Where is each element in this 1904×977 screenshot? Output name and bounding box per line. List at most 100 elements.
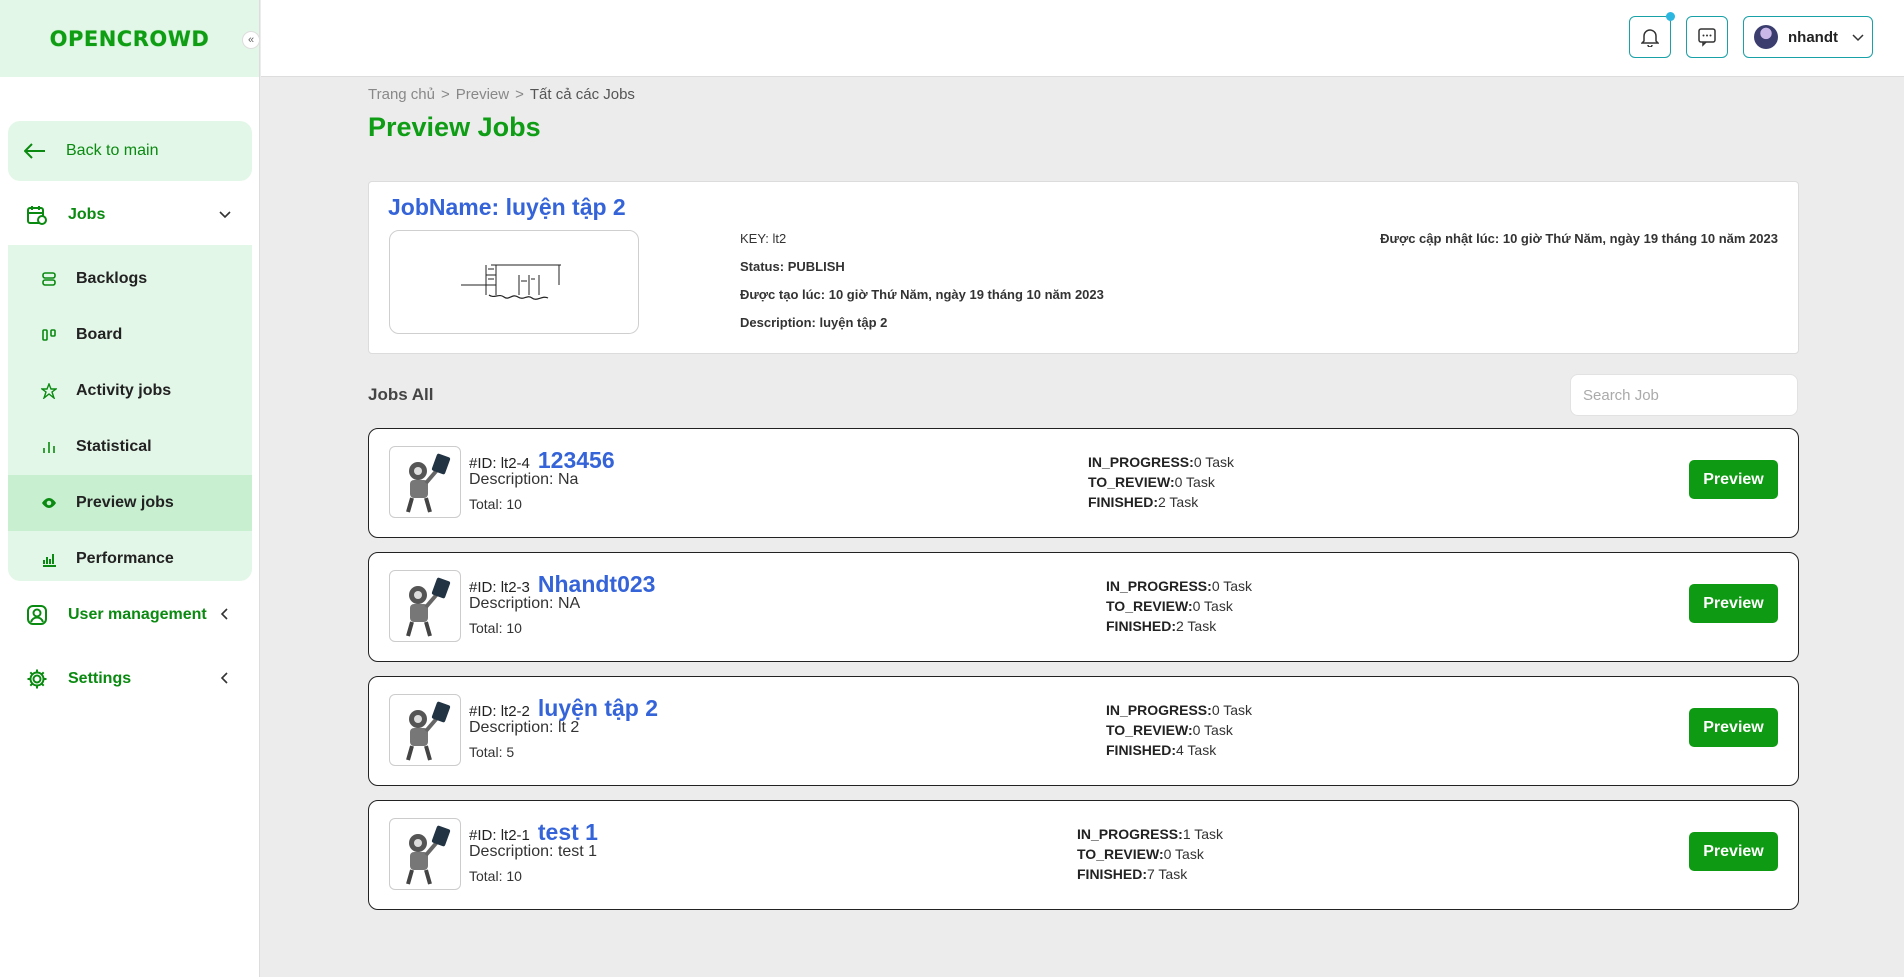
total-value: 10 xyxy=(506,496,522,512)
notifications-button[interactable] xyxy=(1629,12,1675,58)
id-value: lt2-4 xyxy=(500,455,530,472)
stat-in-progress: IN_PROGRESS:1 Task xyxy=(1077,824,1223,844)
logo-bar: OPENCROWD « xyxy=(0,0,260,77)
created-value: 10 giờ Thứ Năm, ngày 19 tháng 10 năm 202… xyxy=(828,287,1104,302)
layers-icon xyxy=(40,271,58,287)
avatar xyxy=(1754,25,1778,49)
sidebar-item-activity-jobs[interactable]: Activity jobs xyxy=(8,363,252,419)
breadcrumb-current: Tất cả các Jobs xyxy=(529,86,635,103)
stat-label: TO_REVIEW: xyxy=(1106,598,1193,614)
breadcrumb-home[interactable]: Trang chủ xyxy=(368,86,435,103)
job-title[interactable]: Nhandt023 xyxy=(538,571,656,598)
sidebar-item-preview-jobs[interactable]: Preview jobs xyxy=(8,475,252,531)
breadcrumb-separator: > xyxy=(515,86,524,103)
eye-icon xyxy=(40,495,58,511)
board-icon xyxy=(40,327,58,343)
back-to-main-button[interactable]: Back to main xyxy=(8,121,252,181)
stat-in-progress: IN_PROGRESS:0 Task xyxy=(1106,576,1252,596)
sidebar-item-label: Jobs xyxy=(68,206,106,223)
chevron-down-icon xyxy=(219,211,231,219)
job-row: #ID: lt2-3 Nhandt023 Description: NA Tota… xyxy=(368,552,1799,662)
sidebar-item-user-management[interactable]: User management xyxy=(8,585,252,645)
stat-in-progress: IN_PROGRESS:0 Task xyxy=(1106,700,1252,720)
chevron-left-icon xyxy=(220,672,228,684)
stat-value: 0 Task xyxy=(1174,474,1215,490)
desc-value: lt 2 xyxy=(557,719,580,736)
stat-value: 0 Task xyxy=(1193,454,1235,470)
job-stats: IN_PROGRESS:1 Task TO_REVIEW:0 Task FINI… xyxy=(1077,824,1223,884)
job-thumbnail xyxy=(389,230,639,334)
page-title: Preview Jobs xyxy=(368,112,541,142)
breadcrumb-preview[interactable]: Preview xyxy=(456,86,509,103)
stat-to-review: TO_REVIEW:0 Task xyxy=(1106,596,1252,616)
id-prefix: #ID: xyxy=(469,455,497,472)
stat-label: IN_PROGRESS: xyxy=(1077,826,1183,842)
stat-value: 2 Task xyxy=(1158,494,1199,510)
robot-icon xyxy=(406,825,451,885)
stat-label: TO_REVIEW: xyxy=(1088,474,1175,490)
notification-dot xyxy=(1666,12,1675,21)
desc-value: Na xyxy=(557,471,579,488)
preview-button[interactable]: Preview xyxy=(1689,584,1778,623)
sidebar-item-board[interactable]: Board xyxy=(8,307,252,363)
desc-prefix: Description: xyxy=(469,471,554,488)
stat-label: IN_PROGRESS: xyxy=(1106,702,1212,718)
preview-button[interactable]: Preview xyxy=(1689,460,1778,499)
key-label: KEY: xyxy=(740,231,769,246)
breadcrumb-separator: > xyxy=(440,86,450,103)
breadcrumb: Trang chủ > Preview > Tất cả các Jobs xyxy=(368,86,635,103)
job-title[interactable]: test 1 xyxy=(538,819,598,846)
id-value: lt2-1 xyxy=(500,827,530,844)
job-id: #ID: lt2-3 Nhandt023 xyxy=(469,571,655,598)
jobs-all-heading: Jobs All xyxy=(368,385,434,404)
job-description: Description: NA xyxy=(469,595,580,613)
job-row: #ID: lt2-1 test 1 Description: test 1 Tot… xyxy=(368,800,1799,910)
robot-icon xyxy=(406,453,451,513)
total-value: 10 xyxy=(506,620,522,636)
id-value: lt2-2 xyxy=(500,703,530,720)
job-name: JobName: luyện tập 2 xyxy=(388,194,626,220)
job-row: #ID: lt2-2 luyện tập 2 Description: lt 2 … xyxy=(368,676,1799,786)
stat-value: 2 Task xyxy=(1176,618,1217,634)
robot-thumbnail xyxy=(389,694,461,766)
sidebar-item-performance[interactable]: Performance xyxy=(8,531,252,587)
sidebar-item-label: User management xyxy=(68,606,207,623)
stat-label: FINISHED: xyxy=(1088,494,1158,510)
job-row: #ID: lt2-4 123456 Description: Na Total: … xyxy=(368,428,1799,538)
job-key: KEY: lt2 xyxy=(740,231,786,246)
sidebar-item-jobs[interactable]: Jobs xyxy=(8,185,252,245)
job-id: #ID: lt2-1 test 1 xyxy=(469,819,598,846)
job-stats: IN_PROGRESS:0 Task TO_REVIEW:0 Task FINI… xyxy=(1088,452,1234,512)
stat-to-review: TO_REVIEW:0 Task xyxy=(1106,720,1252,740)
stat-value: 0 Task xyxy=(1192,598,1233,614)
job-title[interactable]: luyện tập 2 xyxy=(538,695,658,722)
sidebar-item-statistical[interactable]: Statistical xyxy=(8,419,252,475)
jobs-submenu: Backlogs Board Activity jobs Statistical… xyxy=(8,245,252,581)
sidebar-item-backlogs[interactable]: Backlogs xyxy=(8,251,252,307)
collapse-sidebar-button[interactable]: « xyxy=(242,31,260,49)
robot-thumbnail xyxy=(389,446,461,518)
preview-button[interactable]: Preview xyxy=(1689,832,1778,871)
job-id: #ID: lt2-4 123456 xyxy=(469,447,615,474)
sidebar-item-settings[interactable]: Settings xyxy=(8,649,252,709)
sidebar-item-label: Board xyxy=(76,326,123,343)
activity-icon xyxy=(40,383,58,399)
user-circle-icon xyxy=(24,604,50,626)
desc-prefix: Description: xyxy=(469,719,554,736)
job-title[interactable]: 123456 xyxy=(538,447,615,474)
chevron-down-icon xyxy=(1852,34,1864,42)
job-description: Description: lt 2 xyxy=(469,719,579,737)
stat-label: IN_PROGRESS: xyxy=(1088,454,1194,470)
job-stats: IN_PROGRESS:0 Task TO_REVIEW:0 Task FINI… xyxy=(1106,700,1252,760)
messages-button[interactable] xyxy=(1686,16,1728,58)
stat-value: 0 Task xyxy=(1211,578,1253,594)
stat-finished: FINISHED:4 Task xyxy=(1106,740,1252,760)
app-logo[interactable]: OPENCROWD xyxy=(50,27,210,51)
user-menu-button[interactable]: nhandt xyxy=(1743,16,1873,58)
preview-button[interactable]: Preview xyxy=(1689,708,1778,747)
job-detail-card: JobName: luyện tập 2 KEY: lt2 Status: PU… xyxy=(368,181,1799,354)
stat-label: TO_REVIEW: xyxy=(1077,846,1164,862)
job-description: Description: luyện tập 2 xyxy=(740,315,887,330)
created-label: Được tạo lúc: xyxy=(740,287,826,302)
search-input[interactable] xyxy=(1570,374,1798,416)
